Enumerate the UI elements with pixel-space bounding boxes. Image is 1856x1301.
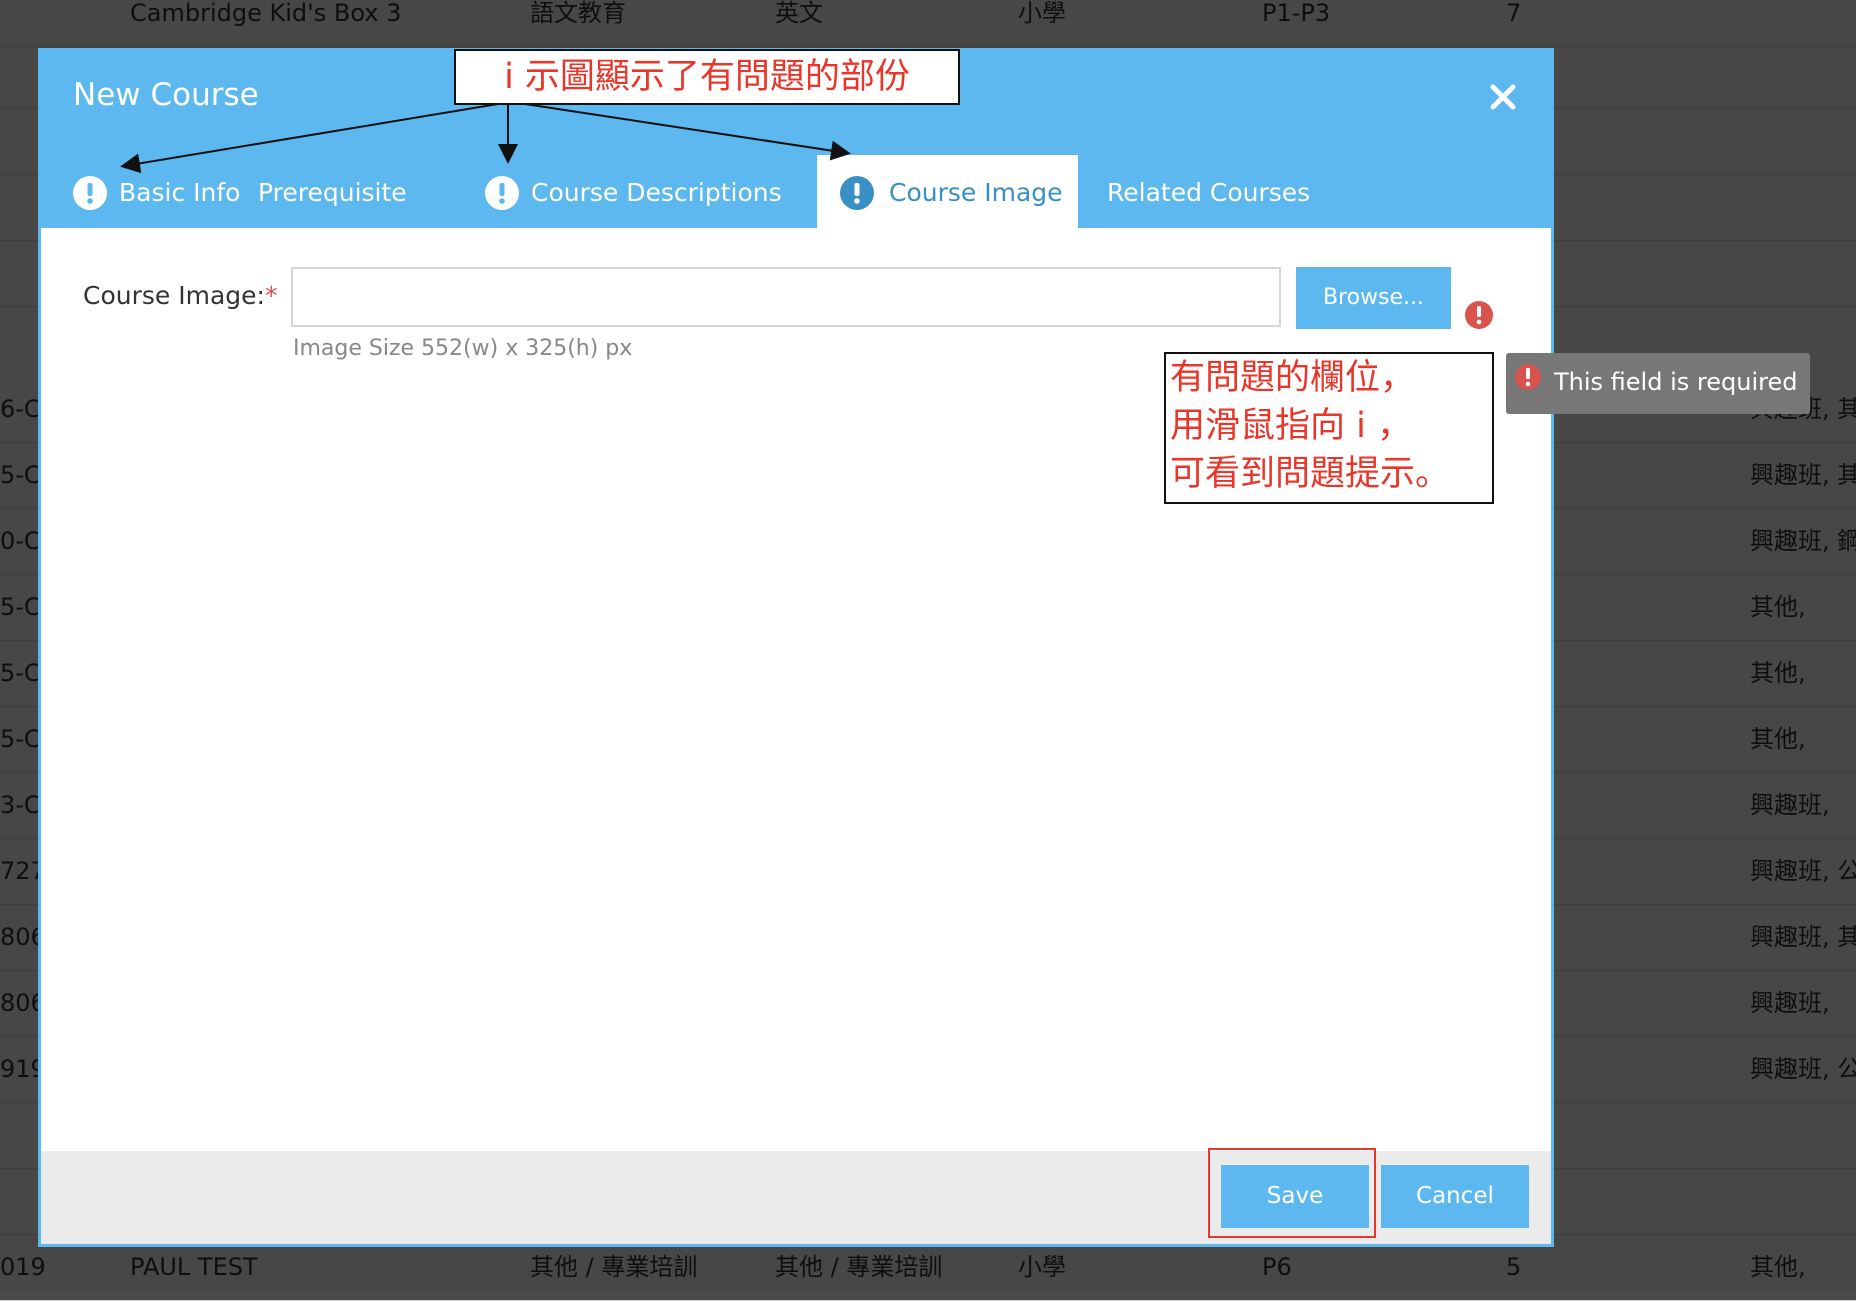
modal-title: New Course	[73, 77, 259, 113]
cancel-button[interactable]: Cancel	[1381, 1165, 1529, 1228]
close-icon[interactable]	[1481, 75, 1525, 119]
save-button-highlight	[1208, 1148, 1376, 1238]
tab-label: Basic Info	[119, 178, 241, 207]
tab-prerequisite[interactable]: Prerequisite	[258, 155, 407, 228]
tab-label: Related Courses	[1107, 178, 1311, 207]
course-image-file-input[interactable]	[291, 267, 1281, 327]
tab-related-courses[interactable]: Related Courses	[1107, 155, 1311, 228]
new-course-dialog: New Course Basic Info Prerequisite Cours…	[38, 48, 1554, 1247]
annotation-callout-field: 有問題的欄位， 用滑鼠指向 i ， 可看到問題提示。	[1164, 352, 1494, 504]
exclamation-circle-icon	[1515, 364, 1541, 390]
exclamation-circle-icon	[840, 176, 874, 210]
exclamation-circle-icon[interactable]	[1464, 300, 1494, 330]
annotation-callout-tabs: i 示圖顯示了有問題的部份	[454, 49, 960, 105]
tab-label: Course Image	[889, 178, 1063, 207]
tab-course-descriptions[interactable]: Course Descriptions	[481, 155, 782, 228]
annotation-line: 有問題的欄位，	[1170, 358, 1416, 398]
tooltip-text: This field is required	[1554, 368, 1798, 396]
tab-label: Prerequisite	[258, 178, 407, 207]
exclamation-circle-icon	[485, 176, 519, 210]
annotation-line: 用滑鼠指向 i ，	[1170, 406, 1412, 446]
exclamation-circle-icon	[73, 176, 107, 210]
image-size-hint: Image Size 552(w) x 325(h) px	[293, 336, 633, 361]
browse-button[interactable]: Browse...	[1296, 267, 1451, 329]
annotation-line: 可看到問題提示。	[1170, 454, 1451, 494]
course-image-label: Course Image:*	[83, 281, 277, 310]
tab-basic-info[interactable]: Basic Info	[69, 155, 249, 228]
required-mark: *	[264, 281, 278, 310]
tab-label: Course Descriptions	[531, 178, 782, 207]
validation-tooltip: This field is required	[1506, 353, 1810, 414]
field-label-text: Course Image:	[83, 281, 265, 310]
tab-course-image[interactable]: Course Image	[817, 155, 1078, 228]
